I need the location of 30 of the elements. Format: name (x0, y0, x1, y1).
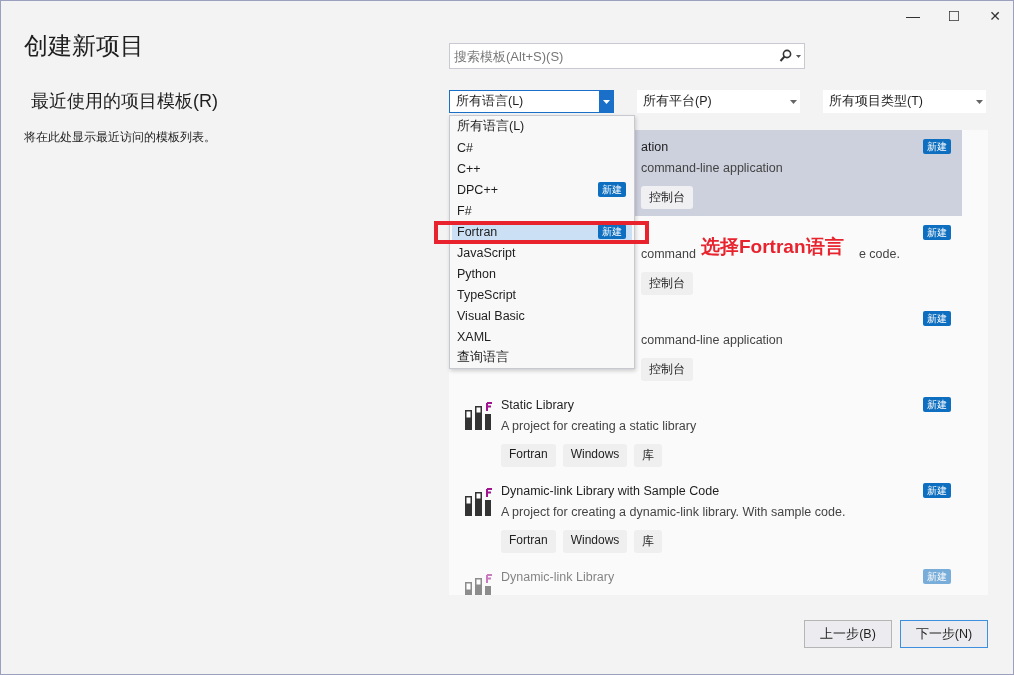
template-description: command-line application (641, 161, 784, 175)
dialog-title: 创建新项目 (24, 31, 145, 61)
new-badge: 新建 (598, 182, 626, 197)
new-badge: 新建 (923, 311, 951, 326)
new-badge: 新建 (923, 225, 951, 240)
new-badge: 新建 (923, 569, 951, 584)
template-description: command (641, 247, 696, 261)
tag: Fortran (501, 444, 556, 467)
template-description: e code. (858, 247, 900, 261)
template-description: A project for creating a dynamic-link library. With sample code. (501, 505, 847, 519)
template-description: command-line application (641, 333, 784, 347)
tag: Windows (562, 530, 628, 553)
tag: 控制台 (641, 186, 693, 209)
tag: 控制台 (641, 358, 693, 381)
template-title: ation (641, 140, 670, 156)
tag: Windows (562, 444, 628, 467)
tag: 库 (634, 530, 663, 553)
tag: 库 (634, 444, 663, 467)
new-badge: 新建 (923, 483, 951, 498)
empty-message: 将在此处显示最近访问的模板列表。 (24, 129, 217, 146)
new-badge: 新建 (923, 139, 951, 154)
tag: 控制台 (641, 272, 693, 295)
template-title: Static Library (501, 398, 575, 414)
template-title: Dynamic-link Library (501, 570, 616, 586)
section-heading: 最近使用的项目模板(R) (31, 90, 219, 113)
new-badge: 新建 (923, 397, 951, 412)
template-description: A project for creating a static library (501, 419, 698, 433)
annotation-text: 选择Fortran语言 (701, 235, 844, 259)
tag: Fortran (501, 530, 556, 553)
template-title: Dynamic-link Library with Sample Code (501, 484, 721, 500)
